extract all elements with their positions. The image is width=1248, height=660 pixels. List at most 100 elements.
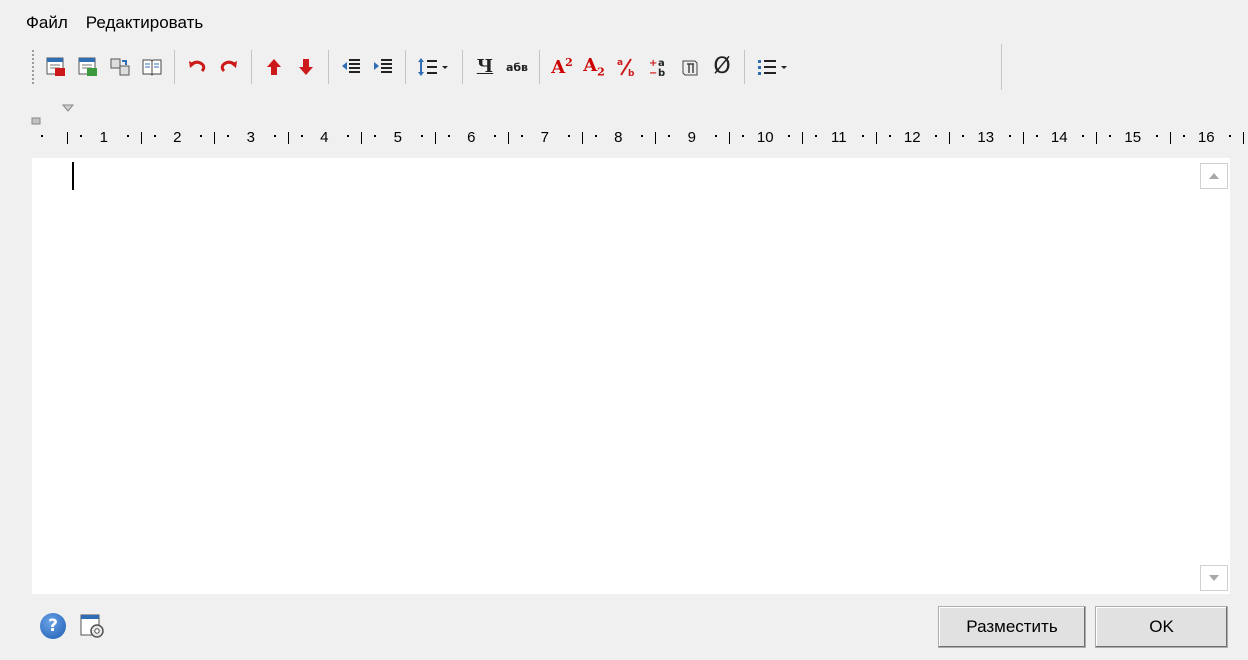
move-down-icon [299,59,313,75]
ruler-tick [594,135,597,137]
arrow-up-icon [1209,173,1219,179]
svg-text:b: b [658,68,665,78]
ruler-tick [1229,135,1231,137]
text-caret [72,162,74,190]
ok-button[interactable]: OK [1095,606,1228,648]
underline-icon: Ч [476,56,494,77]
ruler-tick [1169,132,1171,144]
ruler-tick [714,135,717,137]
ruler-label: 11 [830,129,847,146]
ruler-tick [1109,135,1111,137]
ruler-tick [935,135,937,137]
ruler-label: 8 [614,129,623,146]
ruler-tick [67,132,68,144]
ruler-tick [1035,135,1038,137]
ruler-label: 10 [756,129,774,146]
symbol-button[interactable] [675,50,705,84]
undo-icon [189,60,206,73]
scroll-up-button[interactable] [1198,160,1230,192]
place-button[interactable]: Разместить [938,606,1086,648]
ruler-label: 9 [687,129,696,146]
lowercase-button[interactable]: абв [502,50,532,84]
ruler-tick [802,132,803,144]
line-spacing-button[interactable] [413,50,455,84]
diameter-button[interactable]: Ø [707,50,737,84]
find-replace-button[interactable] [105,50,135,84]
first-line-indent-marker-icon[interactable] [62,104,76,118]
menu-file[interactable]: Файл [0,8,77,38]
ruler-tick [668,135,670,137]
toolbar-grip[interactable] [30,50,36,84]
ruler-track: 1 2 3 4 5 6 7 8 9 10 11 12 13 14 15 16 [30,122,1244,146]
ruler-tick [153,135,156,137]
increase-indent-icon [374,59,392,73]
move-up-button[interactable] [259,50,289,84]
ruler-tick [567,135,570,137]
ruler-label: 13 [977,129,995,146]
ruler-tick [1008,135,1011,137]
ruler-tick [200,135,202,137]
ruler-label: 7 [540,129,549,146]
ruler-tick [1243,132,1244,144]
menu-edit[interactable]: Редактировать [77,8,212,38]
toolbar-separator [251,50,252,84]
ruler-tick [641,135,643,137]
ruler-tick [1022,132,1024,144]
text-editor[interactable] [32,158,1230,594]
ruler-tick [741,135,744,137]
ruler-tick [361,132,362,144]
settings-button[interactable] [78,612,106,640]
scroll-down-button[interactable] [1198,562,1230,594]
toolbar: Ч абв A2 A2 a b + − a b Ø [30,44,1002,90]
toolbar-separator [462,50,463,84]
tolerance-button[interactable]: + − a b [643,50,673,84]
ruler-tick [1182,135,1185,137]
undo-button[interactable] [182,50,212,84]
ruler-label: 16 [1197,129,1215,146]
ruler-tick [140,132,142,144]
menu-bar: Файл Редактировать [0,8,212,38]
ruler-tick [1096,132,1097,144]
ruler-tick [434,132,436,144]
list-button[interactable] [752,50,794,84]
subscript-button[interactable]: A2 [579,50,609,84]
lowercase-icon: абв [505,60,529,74]
toolbar-separator [328,50,329,84]
ruler-tick [788,135,790,137]
ruler-tick [949,132,950,144]
toolbar-separator [744,50,745,84]
vertical-scrollbar[interactable] [1198,158,1230,594]
ruler-label: 2 [173,129,182,146]
ruler-label: 12 [903,129,921,146]
ruler-tick [227,135,229,137]
help-button[interactable]: ? [40,613,66,639]
line-spacing-icon [418,58,448,76]
list-icon [758,60,787,75]
increase-indent-button[interactable] [368,50,398,84]
symbol-icon [682,60,698,76]
fraction-button[interactable]: a b [611,50,641,84]
import-text-button[interactable] [41,50,71,84]
ruler-tick [300,135,303,137]
dictionary-button[interactable] [137,50,167,84]
ruler-tick [41,135,43,137]
ruler-tick [521,135,523,137]
subscript-icon: A2 [583,56,605,77]
underline-button[interactable]: Ч [470,50,500,84]
ruler-tick [815,135,817,137]
decrease-indent-button[interactable] [336,50,366,84]
move-up-icon [267,59,281,75]
settings-icon [80,614,104,638]
superscript-base: A [551,57,566,78]
move-down-button[interactable] [291,50,321,84]
ruler-tick [888,135,891,137]
ruler[interactable]: 1 2 3 4 5 6 7 8 9 10 11 12 13 14 15 16 [30,104,1244,146]
ruler-label: 3 [246,129,255,146]
ruler-tick [962,135,964,137]
redo-button[interactable] [214,50,244,84]
ruler-tick [875,132,877,144]
ruler-tick [581,132,583,144]
export-text-button[interactable] [73,50,103,84]
superscript-button[interactable]: A2 [547,50,577,84]
ruler-label: 5 [393,129,402,146]
